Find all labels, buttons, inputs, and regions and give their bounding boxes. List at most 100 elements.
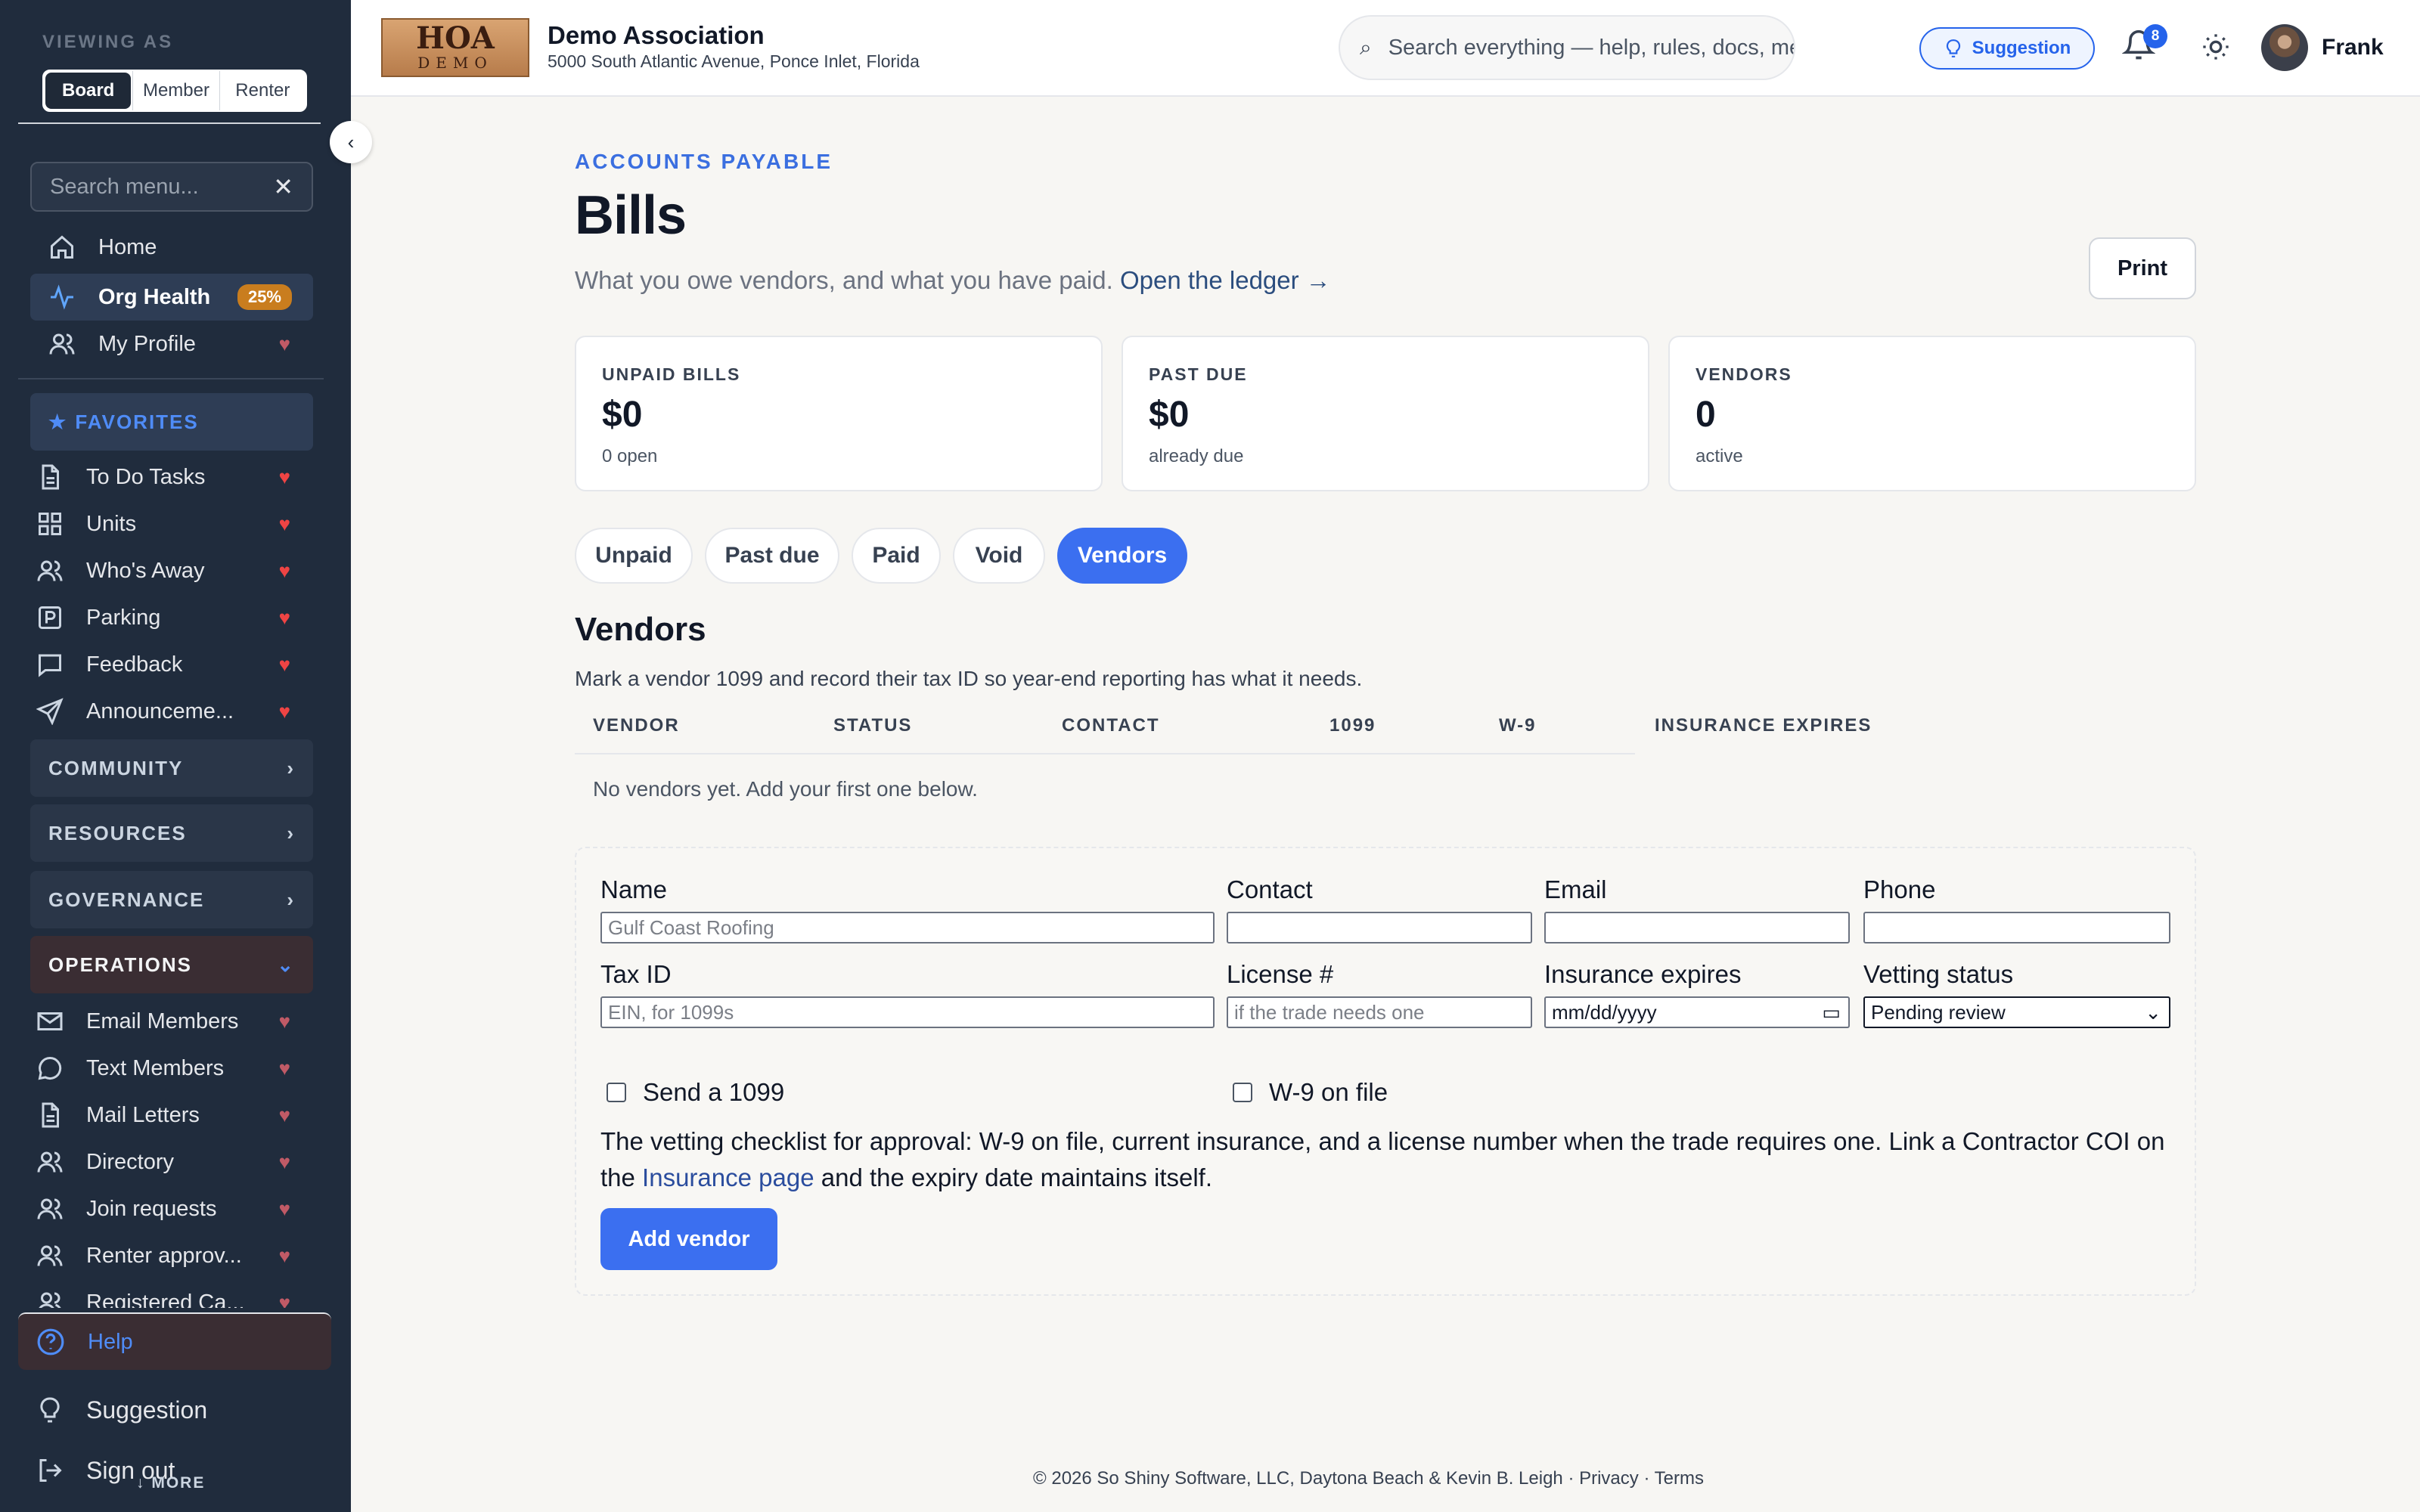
sidebar-item-my-profile[interactable]: My Profile ♥ — [30, 321, 313, 367]
viewing-as-label: VIEWING AS — [42, 32, 174, 52]
group-operations[interactable]: OPERATIONS ⌄ — [30, 936, 313, 993]
email-field[interactable] — [1544, 912, 1850, 943]
contact-field[interactable] — [1227, 912, 1532, 943]
add-vendor-button[interactable]: Add vendor — [600, 1208, 777, 1270]
sidebar-item-todo[interactable]: To Do Tasks ♥ — [30, 454, 313, 500]
heart-icon[interactable]: ♥ — [279, 1198, 290, 1221]
calendar-icon[interactable]: ▭ — [1822, 1001, 1841, 1024]
chevron-down-icon: ⌄ — [277, 953, 295, 976]
sidebar-item-units[interactable]: Units ♥ — [30, 500, 313, 547]
org-address: 5000 South Atlantic Avenue, Ponce Inlet,… — [548, 51, 920, 71]
parking-icon — [39, 606, 61, 629]
sidebar-item-whos-away[interactable]: Who's Away ♥ — [30, 547, 313, 594]
sidebar-item-announcements[interactable]: Announceme... ♥ — [30, 688, 313, 735]
heart-icon[interactable]: ♥ — [279, 513, 290, 536]
heart-icon[interactable]: ♥ — [279, 653, 290, 677]
column-header-insurance[interactable]: INSURANCE EXPIRES — [1655, 715, 1872, 736]
column-header-w9[interactable]: W-9 — [1499, 715, 1537, 736]
heart-icon[interactable]: ♥ — [279, 559, 290, 583]
role-renter-button[interactable]: Renter — [219, 71, 306, 110]
suggestion-label: Suggestion — [86, 1396, 208, 1424]
heart-icon[interactable]: ♥ — [279, 1010, 290, 1033]
notifications-button[interactable]: 8 — [2121, 24, 2167, 67]
vetting-label: Vetting status — [1863, 960, 2014, 988]
group-governance[interactable]: GOVERNANCE › — [30, 871, 313, 928]
divider — [18, 378, 324, 380]
tab-void[interactable]: Void — [953, 528, 1045, 584]
global-search-input[interactable]: ⌕ Search everything — help, rules, docs,… — [1339, 15, 1795, 80]
vetting-status-value: Pending review — [1871, 1000, 2006, 1024]
chevron-right-icon: › — [287, 756, 295, 779]
theme-toggle-button[interactable] — [2201, 32, 2231, 62]
favorites-label: FAVORITES — [75, 410, 199, 433]
w9-label[interactable]: W-9 on file — [1269, 1078, 1388, 1107]
tab-unpaid[interactable]: Unpaid — [575, 528, 693, 584]
print-button[interactable]: Print — [2089, 237, 2196, 299]
user-name[interactable]: Frank — [2322, 35, 2384, 60]
group-resources[interactable]: RESOURCES › — [30, 804, 313, 862]
stat-sub: already due — [1149, 446, 1244, 466]
collapse-sidebar-button[interactable]: ‹ — [330, 121, 372, 163]
insurance-date-field[interactable]: mm/dd/yyyy ▭ — [1544, 996, 1850, 1028]
clear-icon[interactable]: ✕ — [273, 172, 293, 201]
send-1099-checkbox[interactable] — [607, 1083, 626, 1102]
sidebar-item-feedback[interactable]: Feedback ♥ — [30, 641, 313, 688]
message-icon — [39, 654, 61, 677]
sidebar-item-label: Home — [98, 234, 157, 259]
heart-icon[interactable]: ♥ — [279, 1104, 290, 1127]
sidebar-item-mail-letters[interactable]: Mail Letters ♥ — [30, 1092, 313, 1139]
heart-icon[interactable]: ♥ — [279, 466, 290, 489]
send-1099-label[interactable]: Send a 1099 — [643, 1078, 784, 1107]
star-icon: ★ — [48, 410, 68, 433]
heart-icon[interactable]: ♥ — [279, 700, 290, 723]
sidebar-item-parking[interactable]: Parking ♥ — [30, 594, 313, 641]
w9-checkbox[interactable] — [1233, 1083, 1252, 1102]
suggestion-link[interactable]: Suggestion — [30, 1383, 207, 1436]
users-icon — [37, 1151, 63, 1173]
tax-id-field[interactable]: EIN, for 1099s — [600, 996, 1215, 1028]
column-header-contact[interactable]: CONTACT — [1062, 715, 1160, 736]
sidebar-item-home[interactable]: Home — [30, 224, 313, 271]
heart-icon[interactable]: ♥ — [279, 333, 290, 356]
org-logo[interactable]: HOA DEMO — [381, 18, 529, 77]
search-icon: ⌕ — [1360, 35, 1372, 59]
tab-past-due[interactable]: Past due — [705, 528, 839, 584]
name-field[interactable]: Gulf Coast Roofing — [600, 912, 1215, 943]
heart-icon[interactable]: ♥ — [279, 1057, 290, 1080]
vetting-status-select[interactable]: Pending review ⌄ — [1863, 996, 2170, 1028]
license-field[interactable]: if the trade needs one — [1227, 996, 1532, 1028]
role-board-button[interactable]: Board — [45, 73, 132, 109]
menu-search-input[interactable]: Search menu... ✕ — [30, 162, 313, 212]
help-button[interactable]: Help — [18, 1312, 331, 1370]
tab-paid[interactable]: Paid — [852, 528, 941, 584]
notification-count-badge: 8 — [2143, 24, 2167, 48]
sidebar-item-join-requests[interactable]: Join requests ♥ — [30, 1185, 313, 1232]
chevron-left-icon: ‹ — [347, 130, 355, 153]
sidebar-item-label: My Profile — [98, 331, 196, 356]
lightbulb-icon — [1946, 39, 1960, 57]
role-member-button[interactable]: Member — [132, 71, 219, 110]
phone-field[interactable] — [1863, 912, 2170, 943]
tab-vendors[interactable]: Vendors — [1057, 528, 1187, 584]
sidebar-item-label: Mail Letters — [86, 1102, 200, 1127]
more-indicator[interactable]: ↓ MORE — [136, 1474, 205, 1492]
avatar[interactable] — [2261, 24, 2308, 71]
sidebar-item-renter-approvals[interactable]: Renter approv... ♥ — [30, 1232, 313, 1279]
sidebar-item-email-members[interactable]: Email Members ♥ — [30, 998, 313, 1045]
group-community[interactable]: COMMUNITY › — [30, 739, 313, 797]
open-ledger-link[interactable]: Open the ledger → — [1120, 266, 1331, 294]
insurance-page-link[interactable]: Insurance page — [642, 1163, 814, 1191]
sidebar-item-directory[interactable]: Directory ♥ — [30, 1139, 313, 1185]
suggestion-button[interactable]: Suggestion — [1919, 27, 2095, 70]
heart-icon[interactable]: ♥ — [279, 1244, 290, 1268]
column-header-1099[interactable]: 1099 — [1329, 715, 1376, 736]
sidebar-item-org-health[interactable]: Org Health 25% — [30, 274, 313, 321]
stat-label: PAST DUE — [1149, 364, 1248, 384]
chat-icon — [38, 1056, 62, 1080]
heart-icon[interactable]: ♥ — [279, 606, 290, 630]
heart-icon[interactable]: ♥ — [279, 1151, 290, 1174]
column-header-vendor[interactable]: VENDOR — [593, 715, 680, 736]
column-header-status[interactable]: STATUS — [833, 715, 912, 736]
sidebar-item-text-members[interactable]: Text Members ♥ — [30, 1045, 313, 1092]
stat-value: 0 — [1696, 395, 1716, 435]
